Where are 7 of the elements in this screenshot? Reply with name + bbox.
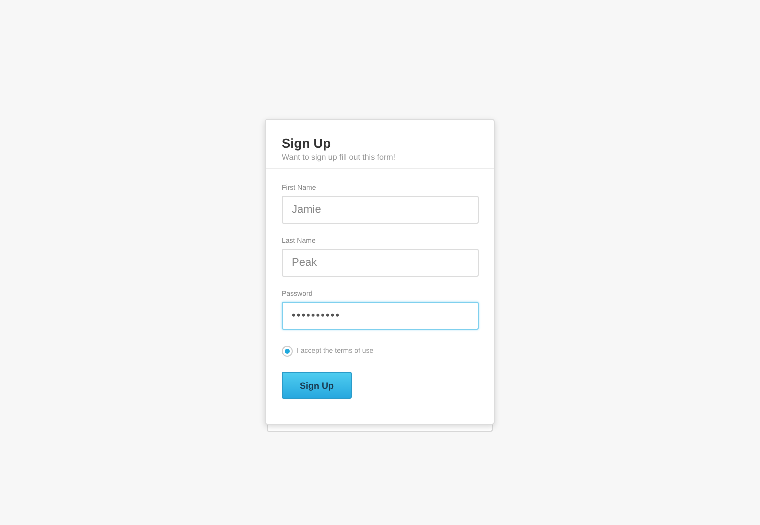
input-field[interactable]: Peak xyxy=(282,249,479,277)
sign-up-button[interactable]: Sign Up xyxy=(282,372,352,399)
input-field[interactable]: •••••••••• xyxy=(282,302,479,330)
form-subtitle: Want to sign up fill out this form! xyxy=(282,153,397,162)
form-title: Sign Up xyxy=(282,136,332,151)
terms-radio[interactable] xyxy=(282,346,293,357)
input-field[interactable]: Jamie xyxy=(282,196,479,224)
